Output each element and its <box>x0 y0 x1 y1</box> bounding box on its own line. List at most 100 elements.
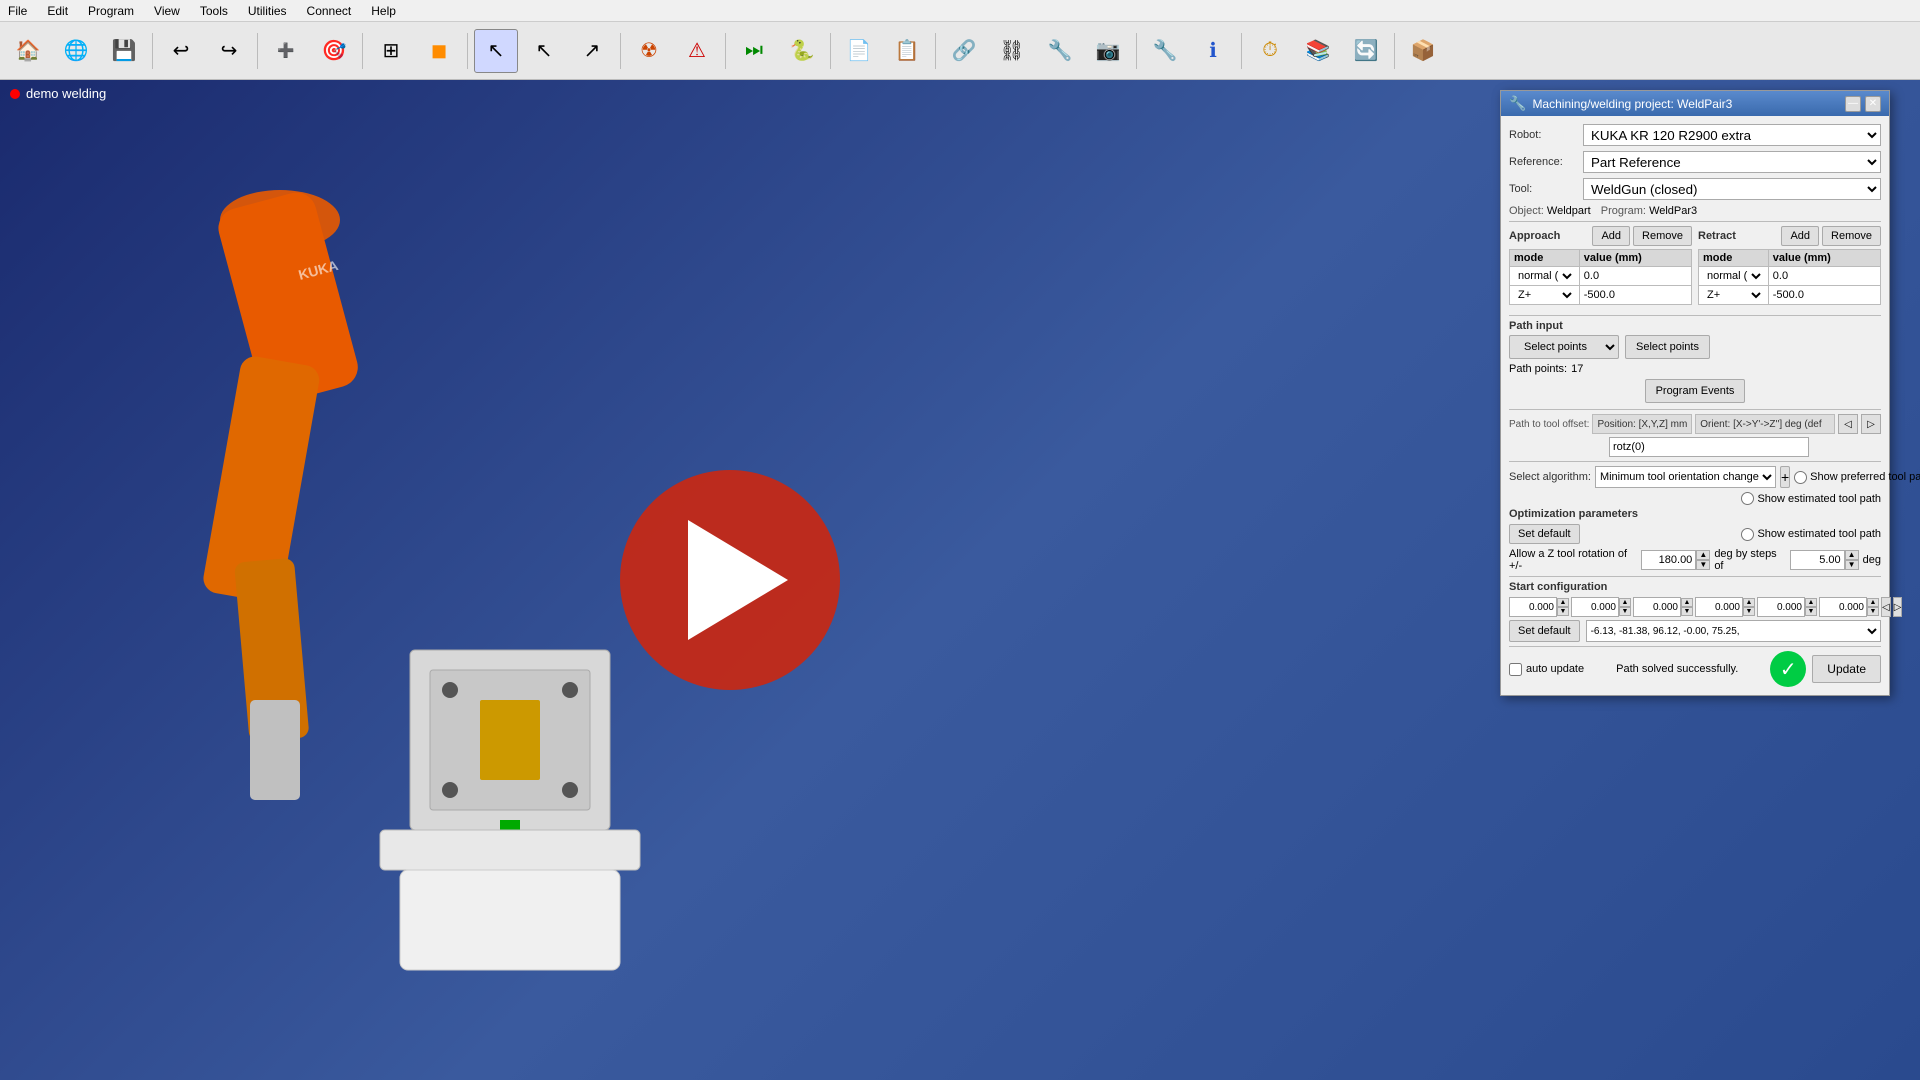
copy-button-1[interactable]: ◁ <box>1838 414 1858 434</box>
copy-button-2[interactable]: ▷ <box>1861 414 1881 434</box>
python-button[interactable]: 🐍 <box>780 29 824 73</box>
menu-program[interactable]: Program <box>84 2 138 20</box>
select-points-dropdown[interactable]: Select points <box>1509 335 1619 359</box>
opt-set-default-button[interactable]: Set default <box>1509 524 1580 544</box>
steps-up[interactable]: ▲ <box>1845 550 1859 560</box>
approach-add-button[interactable]: Add <box>1592 226 1630 246</box>
robot-select[interactable]: KUKA KR 120 R2900 extra <box>1583 124 1881 146</box>
radiation-button[interactable]: ☢ <box>627 29 671 73</box>
approach-remove-button[interactable]: Remove <box>1633 226 1692 246</box>
reference-select[interactable]: Part Reference <box>1583 151 1881 173</box>
redo-button[interactable]: ↪ <box>207 29 251 73</box>
retract-remove-button[interactable]: Remove <box>1822 226 1881 246</box>
fit-button[interactable]: ⊞ <box>369 29 413 73</box>
config-input-2[interactable] <box>1571 597 1619 617</box>
target-button[interactable]: 🎯 <box>312 29 356 73</box>
retract-value-1[interactable] <box>1773 270 1876 282</box>
doc-add-button[interactable]: 📄 <box>837 29 881 73</box>
menu-edit[interactable]: Edit <box>43 2 72 20</box>
package-button[interactable]: 📦 <box>1401 29 1445 73</box>
retract-add-button[interactable]: Add <box>1781 226 1819 246</box>
camera-button[interactable]: 📷 <box>1086 29 1130 73</box>
globe-button[interactable]: 🌐 <box>54 29 98 73</box>
approach-mode-1[interactable]: normal (n+) <box>1514 269 1575 283</box>
save-button[interactable]: 💾 <box>102 29 146 73</box>
show-estimated-label[interactable]: Show estimated tool path <box>1741 492 1881 505</box>
start-config-default-button[interactable]: Set default <box>1509 620 1580 642</box>
play-button[interactable] <box>620 470 840 690</box>
refresh-button[interactable]: 🔄 <box>1344 29 1388 73</box>
config-5-up[interactable]: ▲ <box>1805 598 1817 607</box>
menu-connect[interactable]: Connect <box>303 2 356 20</box>
show-estimated-2-radio[interactable] <box>1741 528 1754 541</box>
undo-button[interactable]: ↩ <box>159 29 203 73</box>
minimize-button[interactable]: — <box>1845 96 1861 112</box>
home-button[interactable]: 🏠 <box>6 29 50 73</box>
z-rotation-down[interactable]: ▼ <box>1696 560 1710 570</box>
show-estimated-2-label[interactable]: Show estimated tool path <box>1741 528 1881 541</box>
program-events-button[interactable]: Program Events <box>1645 379 1746 403</box>
algorithm-select[interactable]: Minimum tool orientation change <box>1595 466 1776 488</box>
z-rotation-input[interactable] <box>1641 550 1696 570</box>
timer-button[interactable]: ⏱ <box>1248 29 1292 73</box>
menu-help[interactable]: Help <box>367 2 400 20</box>
close-button[interactable]: ✕ <box>1865 96 1881 112</box>
retract-mode-1[interactable]: normal (n+) <box>1703 269 1764 283</box>
move-button[interactable]: ↗ <box>570 29 614 73</box>
steps-input[interactable] <box>1790 550 1845 570</box>
config-2-down[interactable]: ▼ <box>1619 607 1631 616</box>
config-1-up[interactable]: ▲ <box>1557 598 1569 607</box>
config-3-down[interactable]: ▼ <box>1681 607 1693 616</box>
config-6-up[interactable]: ▲ <box>1867 598 1879 607</box>
config-input-5[interactable] <box>1757 597 1805 617</box>
config-input-4[interactable] <box>1695 597 1743 617</box>
config-6-down[interactable]: ▼ <box>1867 607 1879 616</box>
select2-button[interactable]: ↖ <box>522 29 566 73</box>
z-rotation-up[interactable]: ▲ <box>1696 550 1710 560</box>
config-input-3[interactable] <box>1633 597 1681 617</box>
config-1-down[interactable]: ▼ <box>1557 607 1569 616</box>
link2-button[interactable]: ⛓ <box>990 29 1034 73</box>
skip-button[interactable]: ⏭ <box>732 29 776 73</box>
auto-update-checkbox[interactable] <box>1509 663 1522 676</box>
show-preferred-label[interactable]: Show preferred tool path <box>1794 471 1920 484</box>
link1-button[interactable]: 🔗 <box>942 29 986 73</box>
config-copy-1[interactable]: ◁ <box>1881 597 1891 617</box>
approach-mode-2[interactable]: Z+ <box>1514 288 1575 302</box>
doc-button[interactable]: 📋 <box>885 29 929 73</box>
config-input-6[interactable] <box>1819 597 1867 617</box>
steps-down[interactable]: ▼ <box>1845 560 1859 570</box>
approach-value-2[interactable] <box>1584 289 1687 301</box>
3d-view-button[interactable]: ◼ <box>417 29 461 73</box>
menu-utilities[interactable]: Utilities <box>244 2 291 20</box>
wrench-button[interactable]: 🔧 <box>1143 29 1187 73</box>
config-copy-2[interactable]: ▷ <box>1893 597 1903 617</box>
tool-select[interactable]: WeldGun (closed) <box>1583 178 1881 200</box>
update-button[interactable]: Update <box>1812 655 1881 683</box>
link3-button[interactable]: 🔧 <box>1038 29 1082 73</box>
menu-file[interactable]: File <box>4 2 31 20</box>
retract-value-2[interactable] <box>1773 289 1876 301</box>
select-points-button[interactable]: Select points <box>1625 335 1710 359</box>
formula-input[interactable] <box>1609 437 1809 457</box>
select-button[interactable]: ↖ <box>474 29 518 73</box>
config-input-1[interactable] <box>1509 597 1557 617</box>
info-button[interactable]: ℹ <box>1191 29 1235 73</box>
config-3-up[interactable]: ▲ <box>1681 598 1693 607</box>
presets-select[interactable]: -6.13, -81.38, 96.12, -0.00, 75.25, <box>1586 620 1881 642</box>
config-4-down[interactable]: ▼ <box>1743 607 1755 616</box>
auto-update-label[interactable]: auto update <box>1509 663 1584 676</box>
layers-button[interactable]: 📚 <box>1296 29 1340 73</box>
config-5-down[interactable]: ▼ <box>1805 607 1817 616</box>
algorithm-add-button[interactable]: + <box>1780 466 1790 488</box>
menu-view[interactable]: View <box>150 2 184 20</box>
add-target-button[interactable]: ➕ <box>264 29 308 73</box>
show-estimated-radio[interactable] <box>1741 492 1754 505</box>
alert-button[interactable]: ⚠ <box>675 29 719 73</box>
config-4-up[interactable]: ▲ <box>1743 598 1755 607</box>
show-preferred-radio[interactable] <box>1794 471 1807 484</box>
retract-mode-2[interactable]: Z+ <box>1703 288 1764 302</box>
approach-value-1[interactable] <box>1584 270 1687 282</box>
config-2-up[interactable]: ▲ <box>1619 598 1631 607</box>
menu-tools[interactable]: Tools <box>196 2 232 20</box>
